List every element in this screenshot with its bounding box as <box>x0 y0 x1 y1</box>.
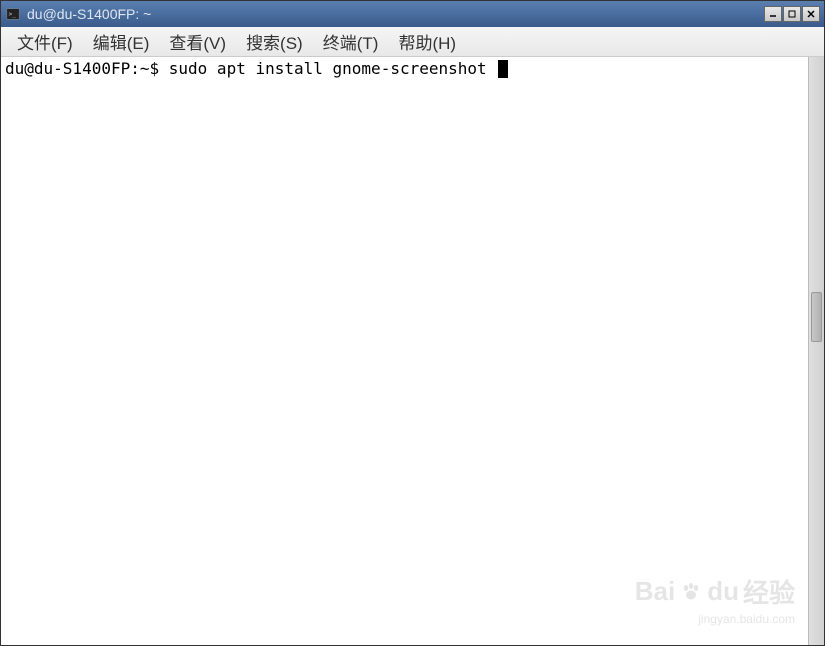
minimize-button[interactable] <box>764 6 782 22</box>
maximize-button[interactable] <box>783 6 801 22</box>
titlebar[interactable]: >_ du@du-S1400FP: ~ <box>1 1 824 27</box>
svg-text:>_: >_ <box>9 11 17 18</box>
terminal-icon: >_ <box>5 6 21 22</box>
menu-terminal[interactable]: 终端(T) <box>315 26 387 57</box>
terminal-content[interactable]: du@du-S1400FP:~$ sudo apt install gnome-… <box>1 57 808 645</box>
menu-edit[interactable]: 编辑(E) <box>85 26 158 57</box>
menu-search[interactable]: 搜索(S) <box>238 26 311 57</box>
menubar: 文件(F) 编辑(E) 查看(V) 搜索(S) 终端(T) 帮助(H) <box>1 27 824 57</box>
window-controls <box>763 6 820 22</box>
terminal-window: >_ du@du-S1400FP: ~ 文件(F) 编辑(E) 查看(V) 搜索… <box>0 0 825 646</box>
window-title: du@du-S1400FP: ~ <box>27 6 763 22</box>
scrollbar-thumb[interactable] <box>811 292 822 342</box>
prompt-text: du@du-S1400FP:~$ <box>5 59 169 78</box>
menu-view[interactable]: 查看(V) <box>161 26 234 57</box>
terminal-area[interactable]: du@du-S1400FP:~$ sudo apt install gnome-… <box>1 57 824 645</box>
menu-file[interactable]: 文件(F) <box>9 26 81 57</box>
command-text: sudo apt install gnome-screenshot <box>169 59 497 78</box>
close-button[interactable] <box>802 6 820 22</box>
menu-help[interactable]: 帮助(H) <box>390 26 464 57</box>
cursor-icon <box>498 60 508 78</box>
vertical-scrollbar[interactable] <box>808 57 824 645</box>
